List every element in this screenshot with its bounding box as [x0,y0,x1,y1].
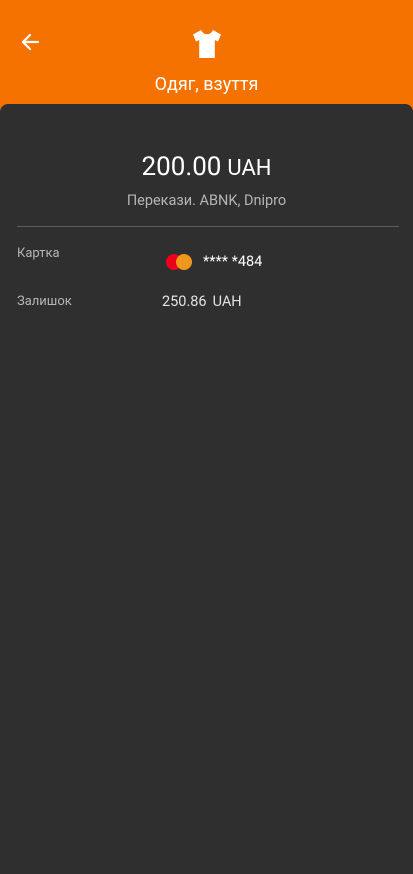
merchant-description: Перекази. ABNK, Dnipro [126,192,287,209]
balance-currency: UAH [212,293,242,310]
amount-value: 200.00 [141,152,222,182]
transaction-details-sheet: 200.00 UAH Перекази. ABNK, Dnipro Картка … [0,104,413,874]
tshirt-icon [193,30,221,58]
card-info: **** *484 [166,252,262,272]
transaction-amount: 200.00 UAH [0,152,413,184]
amount-currency: UAH [227,156,272,181]
divider [17,226,399,227]
card-number: **** *484 [203,253,263,270]
mastercard-logo-icon [166,254,192,270]
header: Одяг, взуття [0,0,413,110]
card-label: Картка [17,246,60,261]
balance-info: 250.86 UAH [162,293,242,311]
page-title: Одяг, взуття [154,74,259,95]
arrow-back-icon [21,33,40,51]
back-button[interactable] [14,26,46,58]
balance-label: Залишок [17,294,72,309]
balance-value: 250.86 [162,293,207,310]
